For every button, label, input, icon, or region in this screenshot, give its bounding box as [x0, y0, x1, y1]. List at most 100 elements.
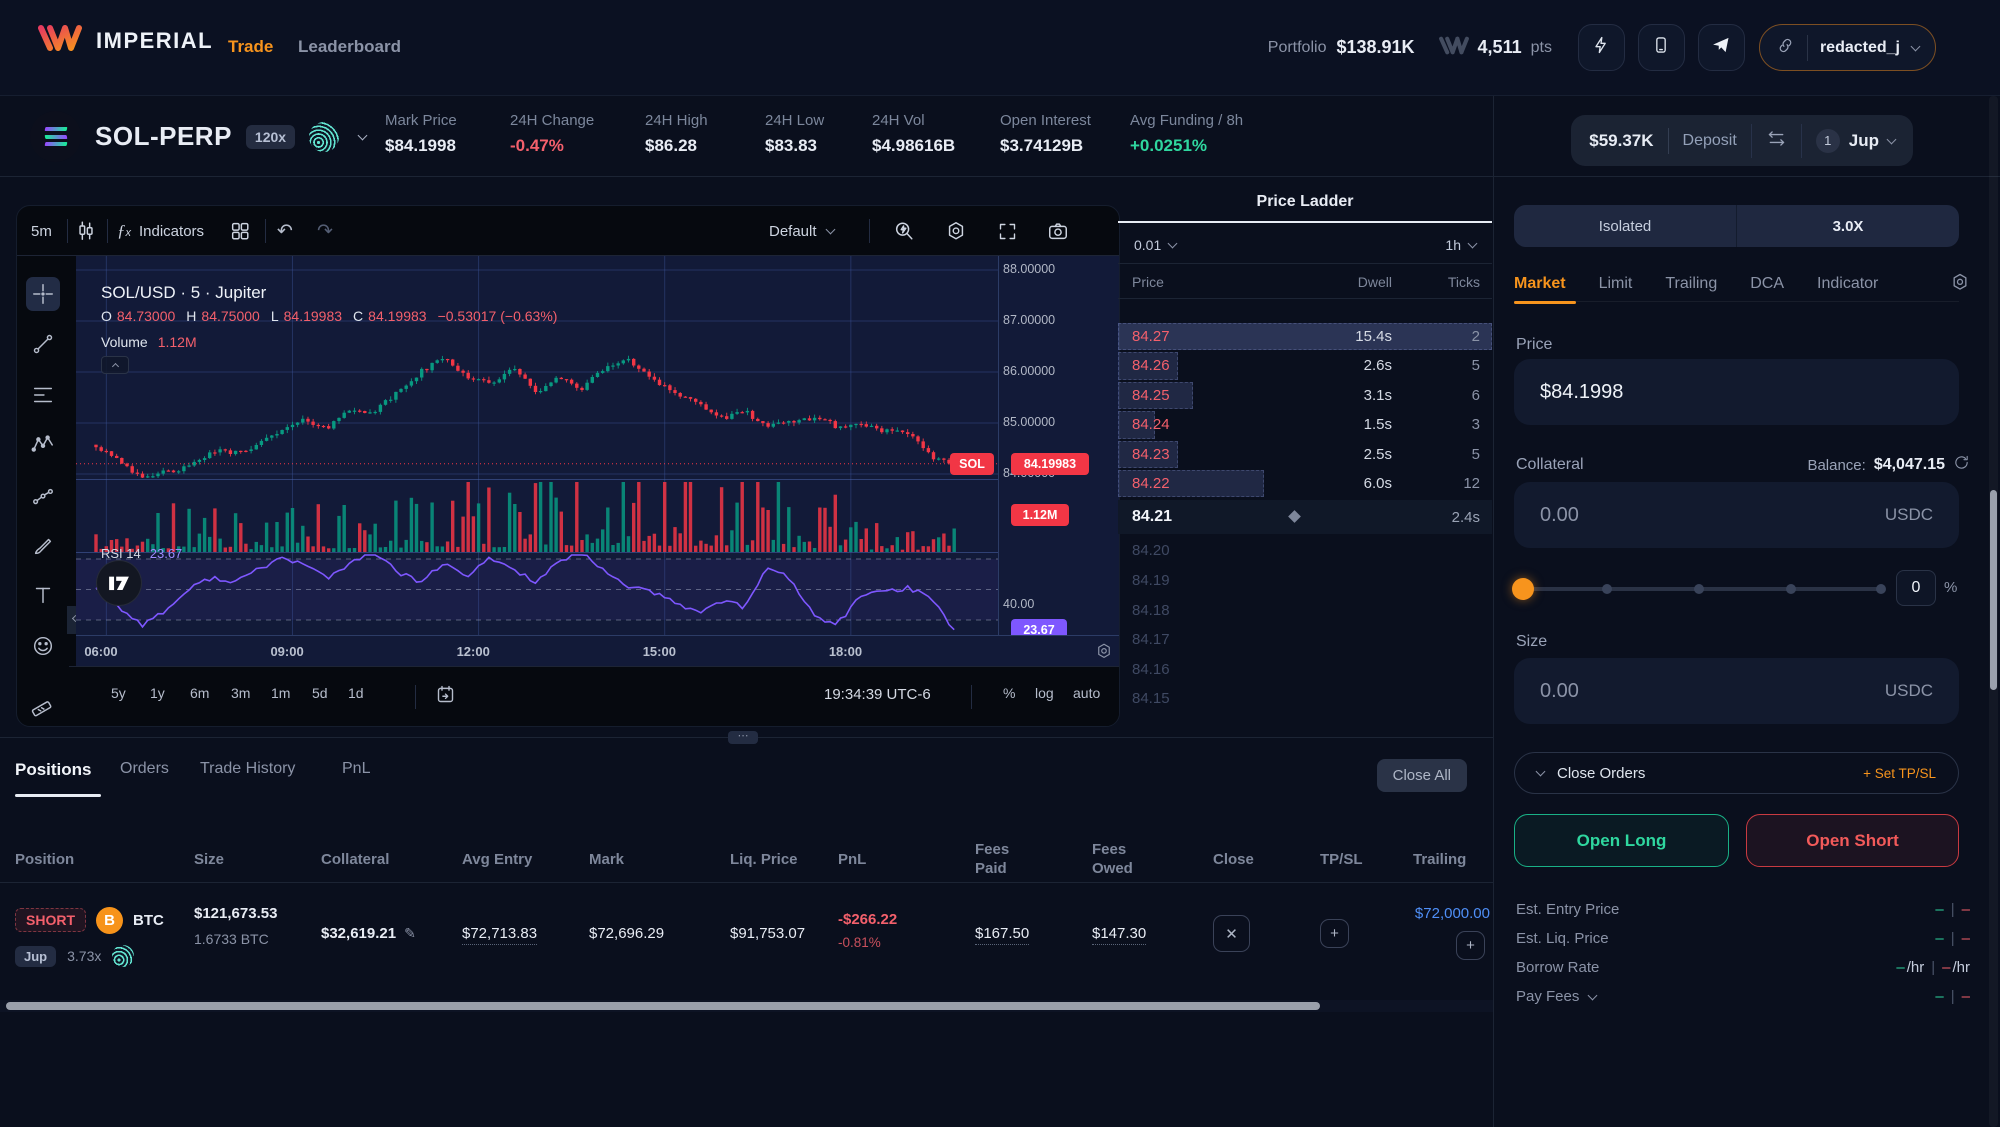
nav-leaderboard[interactable]: Leaderboard: [298, 37, 401, 57]
nav-trade[interactable]: Trade: [228, 37, 273, 57]
phone-button[interactable]: [1638, 24, 1685, 71]
fees-paid[interactable]: $167.50: [975, 925, 1029, 945]
quick-search-icon[interactable]: [893, 206, 915, 256]
tradingview-logo[interactable]: [97, 561, 141, 605]
range-5y-button[interactable]: 5y: [111, 685, 126, 701]
ladder-row[interactable]: 84.253.1s6: [1118, 381, 1492, 410]
brush-tool-icon[interactable]: [26, 529, 60, 563]
ladder-current-row[interactable]: 84.212.4s: [1118, 500, 1492, 534]
trailing-price[interactable]: $72,000.00: [1330, 905, 1490, 922]
percent-input[interactable]: 0: [1896, 570, 1936, 606]
go-to-date-calendar-icon[interactable]: [435, 684, 456, 710]
chart-plot[interactable]: 88.0000087.0000086.0000085.0000084.00000…: [76, 256, 1120, 635]
forecast-tool-icon[interactable]: [26, 480, 60, 514]
fullscreen-icon[interactable]: [997, 206, 1018, 256]
refresh-balance-icon[interactable]: [1953, 454, 1970, 476]
tab-pnl[interactable]: PnL: [342, 760, 370, 778]
emoji-tool-icon[interactable]: [26, 629, 60, 663]
scale-log-button[interactable]: log: [1035, 685, 1054, 701]
chart-legend-title: SOL/USD · 5 · Jupiter: [101, 283, 266, 303]
candle-style-button[interactable]: [75, 206, 97, 256]
chevron-down-icon: [1536, 767, 1546, 777]
fib-retracement-tool-icon[interactable]: [26, 378, 60, 412]
scale-percent-button[interactable]: %: [1003, 685, 1015, 701]
tab-positions[interactable]: Positions: [15, 760, 92, 780]
settings-gear-icon[interactable]: [945, 206, 967, 256]
axis-settings-gear-icon[interactable]: [1095, 642, 1113, 665]
window-select[interactable]: 1h: [1445, 237, 1476, 253]
margin-mode-button[interactable]: Isolated: [1514, 205, 1737, 247]
market-selector[interactable]: SOL-PERP 120x: [30, 111, 366, 162]
portfolio-label: Portfolio: [1268, 39, 1327, 57]
crosshair-tool-icon[interactable]: [26, 277, 60, 311]
ladder-row[interactable]: 84.20: [1118, 536, 1492, 565]
add-trailing-button[interactable]: +: [1456, 931, 1485, 960]
leverage-button[interactable]: 3.0X: [1737, 205, 1959, 247]
order-tab-indicator[interactable]: Indicator: [1817, 275, 1878, 293]
order-settings-gear-icon[interactable]: [1950, 272, 1970, 297]
range-5d-button[interactable]: 5d: [312, 685, 328, 701]
ladder-row[interactable]: 84.16: [1118, 655, 1492, 684]
avg-entry[interactable]: $72,713.83: [462, 925, 537, 945]
ladder-row[interactable]: 84.18: [1118, 596, 1492, 625]
ladder-row[interactable]: 84.2715.4s2: [1118, 322, 1492, 351]
order-tab-trailing[interactable]: Trailing: [1665, 275, 1717, 293]
range-3m-button[interactable]: 3m: [231, 685, 250, 701]
price-input[interactable]: $84.1998: [1514, 359, 1959, 425]
collateral-percent-slider[interactable]: 0 %: [1514, 576, 1959, 602]
interval-button[interactable]: 5m: [31, 206, 52, 256]
send-button[interactable]: [1698, 24, 1745, 71]
vertical-scrollbar-thumb[interactable]: [1990, 490, 1997, 690]
close-all-button[interactable]: Close All: [1377, 759, 1467, 792]
xabcd-pattern-tool-icon[interactable]: [26, 427, 60, 461]
vertical-scrollbar-track[interactable]: [1989, 96, 1998, 1127]
open-short-button[interactable]: Open Short: [1746, 814, 1959, 867]
tick-size-select[interactable]: 0.01: [1134, 237, 1176, 253]
ladder-row[interactable]: 84.241.5s3: [1118, 410, 1492, 439]
tab-orders[interactable]: Orders: [120, 760, 169, 778]
ladder-row[interactable]: 84.262.6s5: [1118, 351, 1492, 380]
horizontal-scrollbar-track[interactable]: [0, 1000, 1493, 1012]
price-axis[interactable]: 88.0000087.0000086.0000085.0000084.00000…: [998, 256, 1120, 635]
layout-select[interactable]: Default: [769, 206, 834, 256]
text-tool-icon[interactable]: [26, 578, 60, 612]
collateral-input[interactable]: 0.00 USDC: [1514, 482, 1959, 548]
range-1m-button[interactable]: 1m: [271, 685, 290, 701]
screenshot-camera-icon[interactable]: [1047, 206, 1069, 256]
set-tpsl-button[interactable]: + Set TP/SL: [1863, 766, 1936, 781]
order-tab-limit[interactable]: Limit: [1599, 275, 1633, 293]
range-1d-button[interactable]: 1d: [348, 685, 364, 701]
ladder-row[interactable]: 84.232.5s5: [1118, 440, 1492, 469]
measure-tool-icon[interactable]: [26, 689, 60, 723]
wallet-menu[interactable]: redacted_j: [1759, 24, 1936, 71]
size-input[interactable]: 0.00 USDC: [1514, 658, 1959, 724]
close-position-button[interactable]: ✕: [1213, 915, 1250, 952]
redo-icon[interactable]: ↷: [317, 206, 333, 256]
slider-handle[interactable]: [1512, 578, 1534, 600]
scale-auto-button[interactable]: auto: [1073, 685, 1100, 701]
legend-collapse-button[interactable]: [101, 356, 129, 374]
indicators-button[interactable]: ƒx Indicators: [117, 206, 204, 256]
ladder-row[interactable]: 84.17: [1118, 625, 1492, 654]
tab-trade-history[interactable]: Trade History: [200, 760, 295, 778]
horizontal-scrollbar-thumb[interactable]: [6, 1002, 1320, 1010]
time-axis[interactable]: 06:0009:0012:0015:0018:00: [76, 635, 1120, 668]
range-6m-button[interactable]: 6m: [190, 685, 209, 701]
range-1y-button[interactable]: 1y: [150, 685, 165, 701]
edit-collateral-icon[interactable]: ✎: [404, 925, 416, 942]
close-orders-expander[interactable]: Close Orders + Set TP/SL: [1514, 752, 1959, 794]
brand[interactable]: IMPERIAL: [38, 24, 213, 57]
ladder-row[interactable]: 84.19: [1118, 566, 1492, 595]
order-tab-market[interactable]: Market: [1514, 275, 1566, 293]
fees-owed[interactable]: $147.30: [1092, 925, 1146, 945]
layout-grid-icon[interactable]: [229, 206, 251, 256]
undo-icon[interactable]: ↶: [277, 206, 293, 256]
ladder-row[interactable]: 84.226.0s12: [1118, 469, 1492, 498]
add-tpsl-button[interactable]: +: [1320, 919, 1349, 948]
lightning-button[interactable]: [1578, 24, 1625, 71]
chart-clock[interactable]: 19:34:39 UTC-6: [824, 686, 931, 703]
order-tab-dca[interactable]: DCA: [1750, 275, 1784, 293]
ladder-row[interactable]: 84.15: [1118, 684, 1492, 713]
trend-line-tool-icon[interactable]: [26, 327, 60, 361]
open-long-button[interactable]: Open Long: [1514, 814, 1729, 867]
